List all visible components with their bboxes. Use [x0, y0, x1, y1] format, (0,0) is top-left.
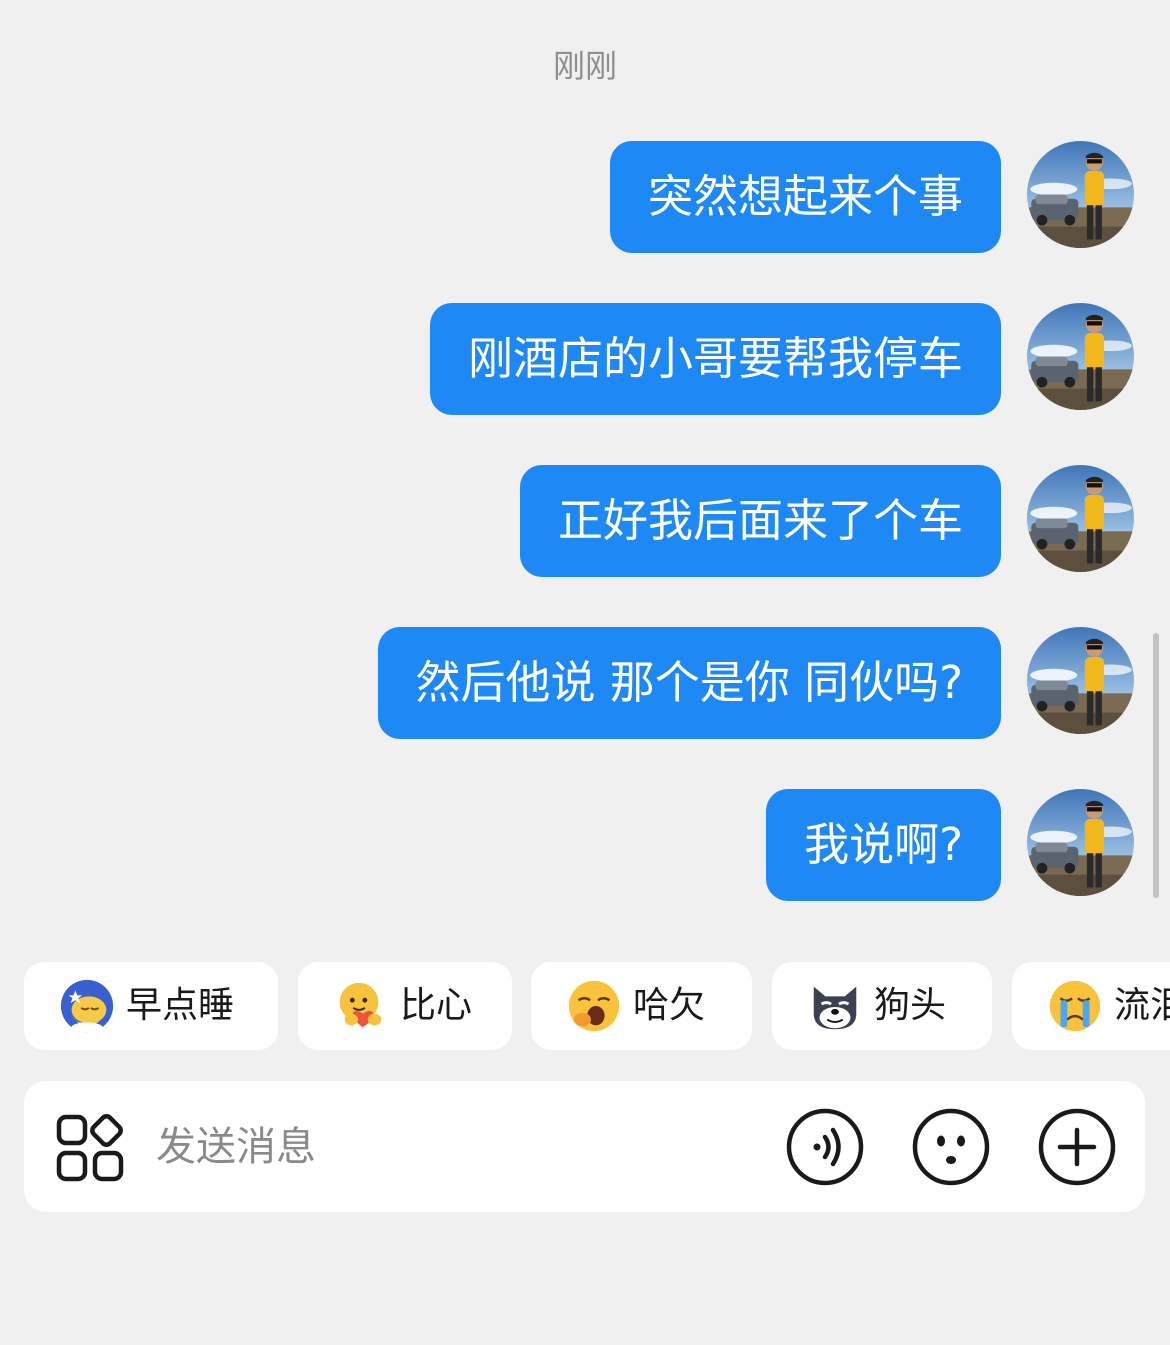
chat-timestamp: 刚刚 [552, 47, 617, 85]
avatar[interactable] [1027, 141, 1134, 248]
message-row: 我说啊? [0, 789, 1170, 901]
quick-reply-chip[interactable]: 狗头 [772, 962, 992, 1050]
chip-label: 早点睡 [126, 985, 235, 1026]
yawn-emoji-icon [568, 980, 620, 1032]
voice-icon[interactable] [786, 1108, 864, 1186]
quick-reply-chip[interactable]: 比心 [298, 962, 512, 1050]
heart-hands-emoji-icon [339, 982, 382, 1028]
message-row: 突然想起来个事 [0, 141, 1170, 253]
message-row: 刚酒店的小哥要帮我停车 [0, 303, 1170, 415]
plus-icon[interactable] [1038, 1108, 1116, 1186]
message-composer [24, 1081, 1145, 1212]
message-bubble[interactable]: 然后他说 那个是你 同伙吗? [377, 627, 1001, 739]
chip-label: 狗头 [874, 985, 947, 1026]
message-input[interactable] [156, 1101, 756, 1192]
scrollbar[interactable] [1153, 633, 1159, 898]
quick-reply-chip[interactable]: 流泪 [1012, 962, 1170, 1050]
avatar[interactable] [1027, 627, 1134, 734]
message-bubble[interactable]: 突然想起来个事 [609, 141, 1001, 253]
message-row: 然后他说 那个是你 同伙吗? [0, 627, 1170, 739]
crying-emoji-icon [1049, 980, 1101, 1032]
emoji-icon[interactable] [912, 1108, 990, 1186]
message-bubble[interactable]: 我说啊? [766, 789, 1001, 901]
quick-reply-chip[interactable]: 哈欠 [531, 962, 752, 1050]
apps-grid-icon[interactable] [56, 1114, 124, 1182]
avatar[interactable] [1027, 789, 1134, 896]
message-row: 正好我后面来了个车 [0, 465, 1170, 577]
doge-emoji-icon [813, 986, 857, 1030]
chip-label: 流泪 [1114, 985, 1170, 1026]
avatar[interactable] [1027, 303, 1134, 410]
message-bubble[interactable]: 刚酒店的小哥要帮我停车 [429, 303, 1001, 415]
message-bubble[interactable]: 正好我后面来了个车 [519, 465, 1001, 577]
chip-label: 比心 [400, 985, 473, 1026]
sleepy-moon-emoji-icon [60, 979, 114, 1033]
quick-reply-chip[interactable]: 早点睡 [24, 962, 278, 1050]
avatar[interactable] [1027, 465, 1134, 572]
chip-label: 哈欠 [633, 985, 706, 1026]
